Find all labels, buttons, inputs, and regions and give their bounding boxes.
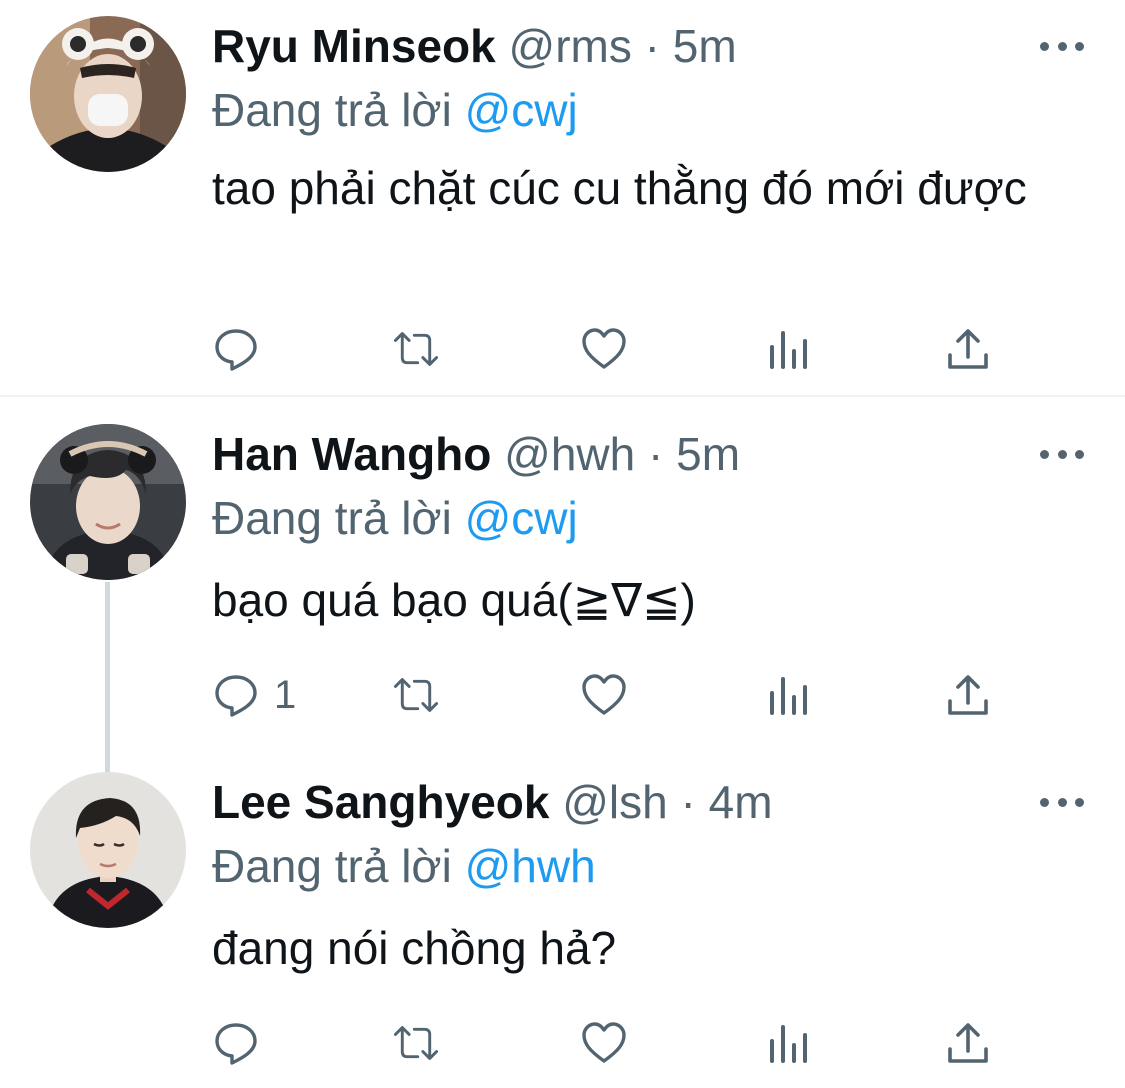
bar-chart-icon	[770, 1025, 807, 1063]
speech-bubble-icon	[215, 675, 257, 717]
avatar[interactable]	[30, 16, 186, 172]
separator-dot: ·	[644, 20, 660, 72]
replying-to-handle[interactable]: @cwj	[465, 84, 578, 136]
replying-to-handle[interactable]: @cwj	[465, 492, 578, 544]
replying-to-label: Đang trả lời	[212, 84, 465, 136]
share-upload-icon	[948, 329, 988, 369]
tweet-1[interactable]: Ryu Minseok @rms · 5m Đang trả lời @cwj …	[0, 0, 1125, 396]
retweet-button[interactable]	[392, 670, 440, 720]
tweet-header: Lee Sanghyeok @lsh · 4m	[212, 774, 773, 830]
reply-button[interactable]: 1	[212, 670, 296, 720]
analytics-button[interactable]	[764, 1018, 812, 1068]
replying-to: Đang trả lời @cwj	[212, 82, 578, 138]
more-dots-icon[interactable]	[1040, 36, 1084, 56]
heart-icon	[582, 1022, 626, 1063]
analytics-button[interactable]	[764, 670, 812, 720]
tweet-header: Ryu Minseok @rms · 5m	[212, 18, 737, 74]
replying-to: Đang trả lời @hwh	[212, 838, 596, 894]
speech-bubble-icon	[215, 1023, 257, 1065]
separator-dot: ·	[680, 776, 696, 828]
like-button[interactable]	[580, 324, 628, 374]
handle[interactable]: @lsh	[562, 776, 668, 828]
display-name[interactable]: Ryu Minseok	[212, 20, 496, 72]
tweet-3[interactable]: Lee Sanghyeok @lsh · 4m Đang trả lời @hw…	[0, 746, 1125, 1088]
reply-count: 1	[274, 672, 297, 717]
heart-icon	[582, 328, 626, 369]
display-name[interactable]: Han Wangho	[212, 428, 491, 480]
reply-button[interactable]	[212, 324, 274, 374]
timestamp[interactable]: 5m	[676, 428, 740, 480]
tweet-header: Han Wangho @hwh · 5m	[212, 426, 740, 482]
tweet-text: đang nói chồng hả?	[212, 922, 617, 974]
timestamp[interactable]: 5m	[673, 20, 737, 72]
bar-chart-icon	[770, 331, 807, 369]
separator-dot: ·	[648, 428, 664, 480]
retweet-arrows-icon	[393, 332, 439, 366]
share-button[interactable]	[944, 1018, 992, 1068]
tweet-2[interactable]: Han Wangho @hwh · 5m Đang trả lời @cwj b…	[0, 396, 1125, 772]
handle[interactable]: @rms	[509, 20, 632, 72]
replying-to: Đang trả lời @cwj	[212, 490, 578, 546]
replying-to-label: Đang trả lời	[212, 492, 465, 544]
tweet-text: bạo quá bạo quá(≧∇≦)	[212, 574, 696, 626]
tweet-text: tao phải chặt cúc cu thằng đó mới được	[212, 162, 1027, 214]
share-button[interactable]	[944, 670, 992, 720]
tweet-actions	[212, 324, 1012, 374]
analytics-button[interactable]	[764, 324, 812, 374]
replying-to-handle[interactable]: @hwh	[465, 840, 596, 892]
share-upload-icon	[948, 1023, 988, 1063]
tweet-actions	[212, 1018, 1012, 1068]
thread-connector-line	[105, 582, 110, 772]
more-dots-icon[interactable]	[1040, 792, 1084, 812]
handle[interactable]: @hwh	[504, 428, 635, 480]
like-button[interactable]	[580, 1018, 628, 1068]
tweet-actions: 1	[212, 670, 1012, 720]
replying-to-label: Đang trả lời	[212, 840, 465, 892]
share-upload-icon	[948, 675, 988, 715]
heart-icon	[582, 674, 626, 715]
avatar[interactable]	[30, 772, 186, 928]
retweet-button[interactable]	[392, 1018, 440, 1068]
share-button[interactable]	[944, 324, 992, 374]
more-dots-icon[interactable]	[1040, 444, 1084, 464]
like-button[interactable]	[580, 670, 628, 720]
bar-chart-icon	[770, 677, 807, 715]
avatar[interactable]	[30, 424, 186, 580]
retweet-arrows-icon	[393, 1026, 439, 1060]
timestamp[interactable]: 4m	[709, 776, 773, 828]
reply-button[interactable]	[212, 1018, 274, 1068]
display-name[interactable]: Lee Sanghyeok	[212, 776, 549, 828]
speech-bubble-icon	[215, 329, 257, 371]
retweet-button[interactable]	[392, 324, 440, 374]
retweet-arrows-icon	[393, 678, 439, 712]
